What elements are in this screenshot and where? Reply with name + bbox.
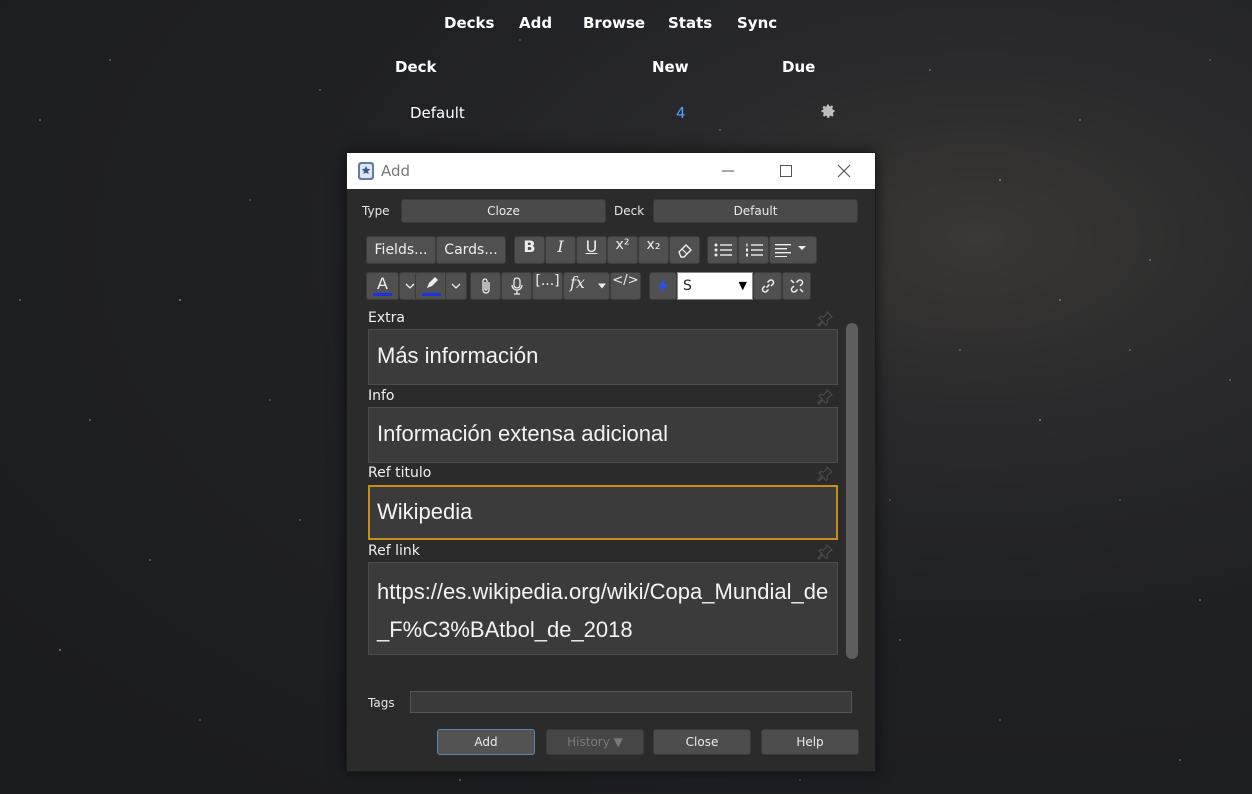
italic-button[interactable]: I (545, 236, 576, 264)
bold-button[interactable]: B (514, 236, 545, 264)
highlight-color-dropdown[interactable] (445, 272, 467, 300)
deck-new-count: 4 (676, 104, 686, 122)
pin-icon[interactable] (817, 389, 833, 405)
dialog-titlebar: Add (347, 153, 875, 189)
link-icon (761, 279, 774, 293)
remove-link-button[interactable] (782, 272, 811, 300)
close-window-button[interactable] (821, 153, 867, 189)
field-ref-titulo[interactable]: Wikipedia (368, 485, 838, 540)
dialog-title: Add (381, 162, 411, 180)
help-button[interactable]: Help (761, 729, 859, 755)
mathjax-dropdown[interactable]: fx (563, 272, 610, 300)
deck-options-gear-icon[interactable] (820, 103, 836, 119)
field-label-info: Info (368, 388, 395, 404)
maximize-button[interactable] (763, 153, 809, 189)
nav-stats[interactable]: Stats (668, 14, 712, 32)
chevron-down-icon (451, 283, 461, 289)
chevron-down-icon (598, 283, 606, 289)
nav-sync[interactable]: Sync (737, 14, 777, 32)
field-label-extra: Extra (368, 310, 405, 326)
pin-icon[interactable] (817, 466, 833, 482)
highlighter-icon (426, 277, 438, 288)
nav-browse[interactable]: Browse (583, 14, 645, 32)
cloze-brackets-icon: [...] (535, 273, 560, 289)
lightning-button[interactable] (649, 272, 677, 300)
attach-media-button[interactable] (470, 272, 501, 300)
close-icon (837, 164, 851, 178)
text-color-swatch (373, 293, 392, 296)
minimize-icon (722, 170, 734, 172)
chevron-down-icon: ▼ (738, 279, 747, 292)
alignment-dropdown[interactable] (769, 236, 817, 264)
top-navigation: Decks Add Browse Stats Sync (0, 14, 1252, 38)
history-button[interactable]: History ▼ (546, 729, 644, 755)
insert-link-button[interactable] (753, 272, 782, 300)
close-button[interactable]: Close (653, 729, 751, 755)
align-icon (775, 244, 806, 257)
nav-add[interactable]: Add (519, 14, 552, 32)
unlink-icon (789, 279, 804, 293)
nav-decks[interactable]: Decks (444, 14, 494, 32)
font-size-select[interactable]: S ▼ (677, 272, 753, 300)
fields-button[interactable]: Fields... (366, 236, 436, 264)
type-label: Type (362, 204, 390, 218)
fields-scrollbar[interactable] (846, 323, 858, 659)
field-ref-link[interactable]: https://es.wikipedia.org/wiki/Copa_Mundi… (368, 562, 838, 655)
paperclip-icon (481, 278, 490, 294)
font-size-value: S (683, 278, 692, 294)
note-type-selector[interactable]: Cloze (401, 199, 606, 223)
add-button[interactable]: Add (437, 729, 535, 755)
subscript-button[interactable]: x₂ (638, 236, 669, 264)
deck-column-header: Deck (395, 58, 437, 76)
subscript-icon: x₂ (646, 237, 661, 253)
text-color-button[interactable]: A (366, 272, 399, 300)
pin-icon[interactable] (817, 311, 833, 327)
maximize-icon (780, 165, 792, 177)
html-editor-button[interactable]: </> (610, 272, 641, 300)
underline-icon: U (585, 237, 598, 256)
cloze-button[interactable]: [...] (532, 272, 563, 300)
deck-name-link[interactable]: Default (410, 104, 465, 122)
eraser-icon (677, 244, 692, 258)
field-info[interactable]: Información extensa adicional (368, 407, 838, 463)
tags-label: Tags (368, 696, 395, 710)
cards-button[interactable]: Cards... (436, 236, 506, 264)
clear-formatting-button[interactable] (669, 236, 700, 264)
numbered-list-icon (745, 243, 763, 257)
record-audio-button[interactable] (501, 272, 532, 300)
highlight-color-swatch (422, 293, 441, 296)
ordered-list-button[interactable] (738, 236, 769, 264)
chevron-down-icon (405, 283, 415, 289)
highlight-color-button[interactable] (415, 272, 448, 300)
due-column-header: Due (782, 58, 816, 76)
minimize-button[interactable] (705, 153, 751, 189)
field-label-ref-link: Ref link (368, 543, 420, 559)
pin-icon[interactable] (817, 544, 833, 560)
italic-icon: I (557, 237, 564, 256)
microphone-icon (510, 277, 523, 295)
unordered-list-button[interactable] (707, 236, 738, 264)
new-column-header: New (652, 58, 689, 76)
deck-selector[interactable]: Default (653, 199, 858, 223)
lightning-icon (658, 278, 668, 294)
superscript-icon: x² (615, 237, 630, 253)
deck-label: Deck (614, 204, 645, 218)
field-extra[interactable]: Más información (368, 329, 838, 385)
code-icon: </> (612, 273, 639, 288)
superscript-button[interactable]: x² (607, 236, 638, 264)
anki-app-icon (358, 162, 374, 180)
underline-button[interactable]: U (576, 236, 607, 264)
field-label-ref-titulo: Ref titulo (368, 465, 432, 481)
tags-input[interactable] (410, 691, 852, 713)
bullet-list-icon (714, 243, 732, 257)
bold-icon: B (523, 237, 536, 256)
add-dialog: Add Type Cloze Deck Default Fields... Ca… (346, 152, 876, 772)
